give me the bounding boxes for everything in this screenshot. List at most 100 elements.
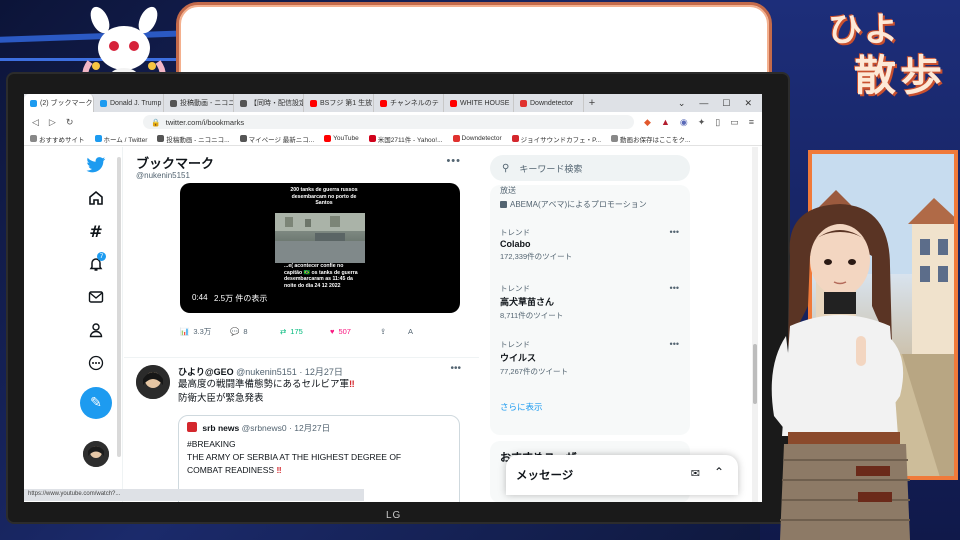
avatar[interactable]	[83, 441, 109, 467]
brave-rewards-icon[interactable]: ▲	[661, 117, 670, 127]
tab-search-icon[interactable]: ⌄	[678, 98, 686, 109]
retweet-count: 175	[290, 326, 303, 336]
maximize-button[interactable]: ☐	[722, 98, 730, 109]
more-icon[interactable]	[86, 353, 106, 373]
bookmark-item[interactable]: ホーム / Twitter	[94, 134, 147, 144]
trend-more-button[interactable]: •••	[670, 227, 679, 237]
retweet-icon: ⇄	[280, 326, 287, 336]
quoted-text-line: COMBAT READINESS	[187, 465, 275, 476]
bookmark-item[interactable]: マイページ 最新ニコ...	[239, 134, 315, 144]
browser-tab[interactable]: Donald J. Trump	[94, 94, 164, 112]
tweet-date[interactable]: 12月27日	[305, 367, 343, 377]
niconico-favicon-icon	[239, 135, 247, 142]
separator-dot: ·	[299, 367, 303, 377]
show-more-link[interactable]: さらに表示	[500, 401, 543, 413]
views-action[interactable]: 📊 3.3万	[180, 326, 230, 337]
bookmark-item[interactable]: おすすめサイト	[30, 134, 85, 144]
scrollbar[interactable]	[117, 157, 121, 457]
more-options-button[interactable]: •••	[446, 155, 461, 167]
browser-window: (2) ブックマーク Donald J. Trump 投稿動画 - ニコニ 【同…	[24, 94, 762, 502]
like-action[interactable]: ♥ 507	[330, 327, 380, 336]
stream-title-sanpo: 散歩	[853, 51, 946, 100]
sidebar-icon[interactable]: ▯	[715, 117, 720, 128]
tweet-more-button[interactable]: •••	[450, 363, 461, 374]
bookmark-item[interactable]: ジョイサウンドカフェ・P...	[511, 134, 601, 144]
page-scrollbar-track[interactable]	[752, 147, 758, 502]
trend-more-button[interactable]: •••	[670, 339, 679, 349]
bookmark-item[interactable]: 投稿動画 - ニコニコ...	[157, 134, 230, 144]
srb-news-logo-icon	[187, 422, 197, 432]
forward-icon[interactable]: ▷	[49, 117, 56, 128]
messages-title: メッセージ	[516, 470, 574, 482]
address-bar[interactable]: 🔒 twitter.com/i/bookmarks	[143, 115, 635, 129]
menu-icon[interactable]: ≡	[749, 117, 754, 127]
brave-shield-icon[interactable]: ◆	[644, 117, 651, 128]
reload-icon[interactable]: ↻	[66, 117, 74, 128]
compose-tweet-button[interactable]: ✎	[80, 387, 112, 419]
bookmark-favicon-icon	[611, 135, 619, 142]
home-icon[interactable]	[86, 188, 106, 208]
twitter-favicon-icon	[94, 135, 102, 142]
bookmark-label: マイページ 最新ニコ...	[248, 136, 315, 144]
back-icon[interactable]: ◁	[32, 117, 39, 128]
minimize-button[interactable]: —	[699, 98, 708, 109]
tab-label: (2) ブックマーク	[40, 100, 93, 107]
trend-item[interactable]: トレンド ウイルス 77,267件のツイート •••	[500, 339, 685, 377]
messages-drawer[interactable]: メッセージ ✉ ⌃	[506, 455, 738, 495]
bookmark-item[interactable]: Downdetector	[452, 135, 502, 142]
retweet-action[interactable]: ⇄ 175	[280, 327, 330, 336]
divider	[124, 357, 479, 358]
trend-label: トレンド	[500, 228, 530, 237]
puzzle-icon[interactable]: ✦	[698, 117, 706, 128]
bookmark-item[interactable]: 米国2711件 - Yahoo!...	[368, 134, 443, 144]
quoted-tweet-date: 12月27日	[294, 423, 331, 433]
video-player[interactable]: 200 tanks de guerra russos desembarcam n…	[180, 183, 460, 313]
explore-icon[interactable]: #	[86, 221, 106, 241]
wallet-icon[interactable]: ▭	[730, 117, 739, 128]
trend-item[interactable]: トレンド Colabo 172,339件のツイート •••	[500, 227, 685, 262]
tweet-text: 最高度の戦闘準備態勢にあるセルビア軍‼ 防衛大臣が緊急発表	[178, 378, 355, 406]
page-scrollbar-thumb[interactable]	[753, 344, 757, 404]
browser-tab[interactable]: WHITE HOUSE	[444, 94, 514, 112]
trend-more-button[interactable]: •••	[670, 283, 679, 293]
tweet-header: ひより@GEO @nukenin5151 · 12月27日	[178, 365, 343, 378]
trend-label: トレンド	[500, 340, 530, 349]
translate-action[interactable]: A	[408, 327, 428, 336]
analytics-icon: 📊	[180, 326, 190, 336]
separator-dot: ·	[289, 423, 292, 433]
tweet-author-handle[interactable]: @nukenin5151	[236, 367, 297, 377]
browser-tab[interactable]: 投稿動画 - ニコニ	[164, 94, 234, 112]
extension-icon[interactable]: ◉	[680, 117, 688, 128]
close-button[interactable]: ✕	[744, 98, 752, 109]
reply-action[interactable]: 💬 8	[230, 327, 280, 336]
bookmark-item[interactable]: YouTube	[324, 135, 359, 142]
twitter-favicon-icon	[30, 99, 37, 107]
notifications-icon[interactable]: 7	[86, 252, 106, 274]
tab-label: BSフジ 第1 生放	[320, 100, 373, 107]
promoted-trend[interactable]: ABEMA(アベマ)によるプロモーション	[500, 199, 647, 210]
youtube-favicon-icon	[310, 99, 317, 107]
twitter-logo-icon[interactable]	[86, 155, 106, 175]
browser-tab[interactable]: 【同時・配信設定】	[234, 94, 304, 112]
browser-tab[interactable]: Downdetector	[514, 94, 584, 112]
trend-name: 高犬草苗さん	[500, 297, 555, 307]
new-message-icon[interactable]: ✉	[691, 467, 700, 480]
trend-item[interactable]: トレンド 高犬草苗さん 8,711件のツイート •••	[500, 283, 685, 321]
browser-tab[interactable]: (2) ブックマーク	[24, 94, 94, 112]
tweet-author-name[interactable]: ひより@GEO	[178, 367, 234, 377]
browser-toolbar: ◁ ▷ ↻ 🔒 twitter.com/i/bookmarks ◆ ▲ ◉ ✦ …	[24, 112, 762, 132]
search-input[interactable]: ⚲ キーワード検索	[490, 155, 690, 181]
browser-tab[interactable]: チャンネルのテ	[374, 94, 444, 112]
tab-label: Donald J. Trump	[110, 99, 162, 107]
lock-icon: 🔒	[151, 117, 161, 127]
browser-tab[interactable]: BSフジ 第1 生放	[304, 94, 374, 112]
bookmark-item[interactable]: 動画お保存はここをク...	[611, 134, 690, 144]
new-tab-button[interactable]: +	[584, 97, 600, 109]
expand-icon[interactable]: ⌃	[714, 465, 724, 479]
monitor-brand-logo: LG	[386, 510, 402, 521]
avatar[interactable]	[136, 365, 170, 399]
search-icon: ⚲	[502, 162, 510, 174]
messages-icon[interactable]	[86, 287, 106, 307]
profile-icon[interactable]	[86, 320, 106, 340]
share-action[interactable]: ⇪	[380, 327, 408, 336]
